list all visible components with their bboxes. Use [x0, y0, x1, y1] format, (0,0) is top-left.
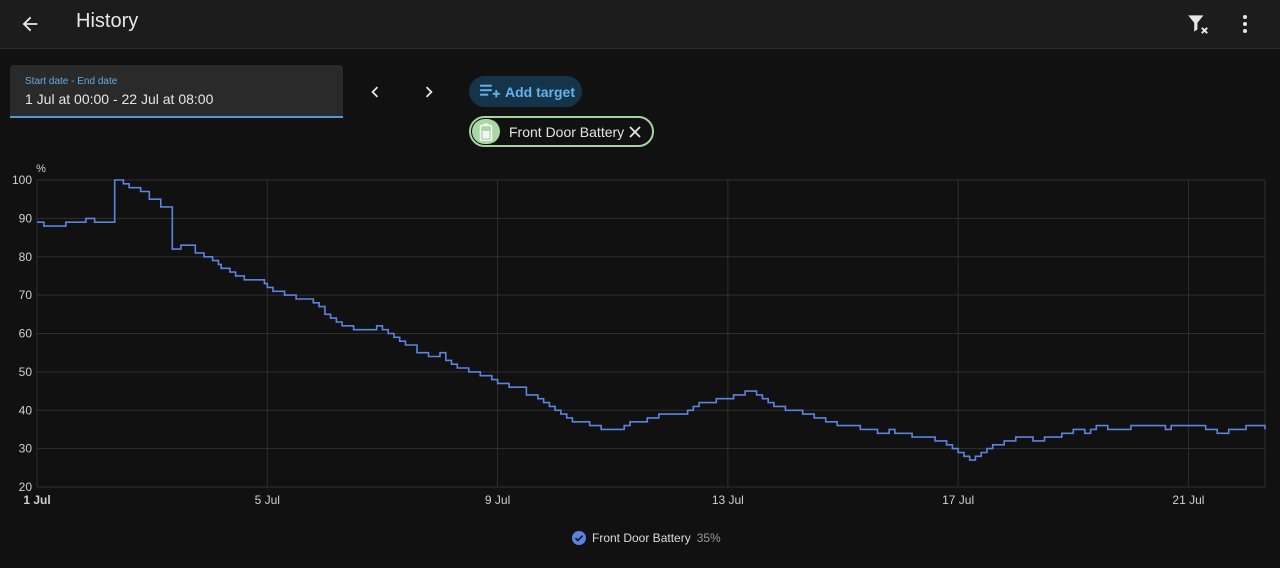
legend-series-value: 35% [696, 531, 721, 545]
target-chip[interactable]: Front Door Battery [469, 116, 654, 147]
x-tick-label: 5 Jul [255, 493, 280, 507]
x-tick-label: 13 Jul [712, 493, 744, 507]
previous-period-button[interactable] [362, 78, 388, 106]
y-tick-label: 50 [19, 365, 33, 379]
clear-filter-button[interactable] [1180, 6, 1216, 42]
page-title: History [76, 10, 139, 32]
y-tick-label: 60 [19, 327, 33, 341]
y-tick-label: 70 [19, 288, 33, 302]
dots-vertical-icon [1243, 15, 1247, 33]
y-tick-label: 30 [19, 442, 33, 456]
y-axis-label: % [36, 163, 46, 175]
app-toolbar: History [0, 0, 1280, 49]
date-range-label: Start date - End date [25, 76, 118, 87]
close-icon [629, 126, 641, 138]
back-button[interactable] [14, 8, 46, 40]
next-period-button[interactable] [416, 78, 442, 106]
y-tick-label: 90 [19, 211, 33, 225]
y-tick-label: 100 [12, 173, 32, 187]
battery-icon [479, 123, 493, 141]
x-tick-label: 9 Jul [485, 493, 510, 507]
x-tick-label: 17 Jul [942, 493, 974, 507]
playlist-plus-icon [480, 84, 500, 98]
y-tick-label: 40 [19, 403, 33, 417]
y-tick-label: 80 [19, 250, 33, 264]
remove-target-button[interactable] [627, 124, 643, 140]
y-tick-label: 20 [19, 480, 33, 494]
arrow-left-icon [22, 16, 38, 32]
date-range-picker[interactable]: Start date - End date 1 Jul at 00:00 - 2… [10, 65, 343, 118]
chevron-left-icon [371, 86, 379, 98]
add-target-label: Add target [505, 84, 575, 100]
x-tick-label: 21 Jul [1172, 493, 1204, 507]
chip-label: Front Door Battery [509, 124, 625, 140]
chart-legend[interactable]: Front Door Battery 35% [572, 530, 721, 546]
legend-series-name: Front Door Battery [592, 531, 691, 545]
filter-remove-icon [1188, 15, 1208, 34]
chip-icon-container [472, 119, 500, 144]
series-line [37, 179, 1266, 461]
history-chart: 20 30 40 50 60 70 80 90 100 1 Jul 5 Jul 9 Jul 13 Jul… [12, 163, 1266, 507]
legend-check-icon [572, 531, 586, 545]
x-tick-label: 1 Jul [23, 493, 50, 507]
chevron-right-icon [425, 86, 433, 98]
add-target-button[interactable]: Add target [469, 76, 582, 107]
date-range-value: 1 Jul at 00:00 - 22 Jul at 08:00 [25, 91, 214, 107]
more-options-button[interactable] [1228, 6, 1262, 42]
